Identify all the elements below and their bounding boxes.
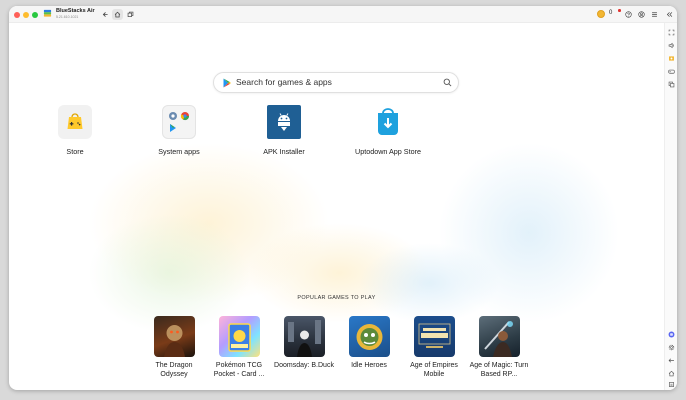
discord-icon (668, 331, 675, 337)
game-card[interactable]: Age of Magic: Turn Based RP... (467, 316, 531, 379)
game-name: Doomsday: B.Duck (274, 362, 334, 369)
app-uptodown[interactable]: Uptodown App Store (340, 105, 436, 156)
game-card[interactable]: Age of Empires Mobile (402, 316, 466, 379)
account-button[interactable] (636, 9, 647, 20)
game-card[interactable]: The Dragon Odyssey (142, 316, 206, 379)
game-thumbnail (153, 316, 195, 357)
recent-apps-button[interactable] (666, 379, 677, 389)
app-label: System apps (158, 147, 200, 156)
coin-icon[interactable] (597, 10, 605, 18)
minimize-window-button[interactable] (23, 12, 29, 18)
game-name: Age of Magic: Turn Based RP... (469, 362, 529, 378)
game-thumbnail (413, 316, 455, 357)
app-store[interactable]: Store (27, 105, 123, 156)
system-apps-folder-icon (162, 105, 196, 139)
help-button[interactable] (623, 9, 634, 20)
fullscreen-button[interactable] (666, 27, 677, 37)
app-version: 5.21.610.1021 (56, 15, 79, 19)
app-apk-installer[interactable]: APK Installer (236, 105, 332, 156)
gamepad-icon (668, 69, 675, 74)
game-name: Age of Empires Mobile (410, 362, 458, 378)
apk-installer-icon (267, 105, 301, 139)
search-placeholder: Search for games & apps (236, 77, 332, 87)
account-icon (638, 11, 645, 18)
recents-icon (669, 381, 674, 387)
popular-games-heading: POPULAR GAMES TO PLAY (297, 295, 376, 301)
bluestacks-logo (43, 9, 52, 17)
multi-instance-icon (127, 11, 134, 17)
app-window: BlueStacks Air 5.21.610.1021 0 Search fo… (9, 6, 677, 390)
google-play-icon (223, 78, 231, 88)
store-app-icon (58, 105, 92, 139)
app-label: Uptodown App Store (355, 147, 421, 156)
collapse-icon (666, 12, 673, 17)
menu-icon (652, 12, 657, 17)
collapse-sidebar-button[interactable] (664, 9, 675, 20)
android-home-button[interactable] (666, 368, 677, 378)
game-card[interactable]: Doomsday: B.Duck (272, 316, 336, 370)
gamepad-button[interactable] (666, 66, 677, 76)
close-window-button[interactable] (14, 12, 20, 18)
game-name: Pokémon TCG Pocket - Card ... (213, 362, 265, 378)
screenshot-button[interactable] (666, 53, 677, 63)
back-button[interactable] (100, 9, 111, 20)
search-icon[interactable] (443, 78, 452, 87)
game-card[interactable]: Pokémon TCG Pocket - Card ... (207, 316, 271, 379)
volume-button[interactable] (666, 40, 677, 50)
coin-count: 0 (609, 9, 613, 16)
app-title: BlueStacks Air (56, 8, 95, 14)
menu-button[interactable] (649, 9, 660, 20)
game-thumbnail (478, 316, 520, 357)
search-bar[interactable]: Search for games & apps (213, 72, 459, 93)
notification-dot (618, 9, 621, 12)
uptodown-icon (371, 105, 405, 139)
settings-icon (668, 344, 675, 350)
home-screen: Search for games & apps Store System app… (9, 23, 664, 390)
maximize-window-button[interactable] (32, 12, 38, 18)
game-name: The Dragon Odyssey (155, 362, 193, 378)
app-label: Store (66, 147, 84, 156)
back-icon (102, 12, 108, 17)
home-icon (668, 370, 675, 376)
android-back-button[interactable] (666, 355, 677, 365)
title-bar: BlueStacks Air 5.21.610.1021 0 (9, 6, 677, 23)
volume-icon (668, 42, 674, 48)
game-thumbnail (218, 316, 260, 357)
copy-icon (668, 81, 675, 87)
app-system-apps[interactable]: System apps (131, 105, 227, 156)
app-label: APK Installer (263, 147, 305, 156)
back-icon (668, 358, 674, 362)
discord-button[interactable] (666, 329, 677, 339)
multi-instance-button[interactable] (125, 9, 136, 20)
right-toolbar (664, 23, 677, 390)
fullscreen-icon (668, 29, 675, 35)
game-card[interactable]: Idle Heroes (337, 316, 401, 370)
help-icon (625, 11, 632, 18)
settings-button[interactable] (666, 342, 677, 352)
game-thumbnail (283, 316, 325, 357)
home-button[interactable] (112, 9, 123, 20)
game-name: Idle Heroes (351, 362, 387, 369)
screenshot-icon (669, 55, 674, 61)
game-thumbnail (348, 316, 390, 357)
copy-button[interactable] (666, 79, 677, 89)
home-icon (114, 11, 121, 18)
